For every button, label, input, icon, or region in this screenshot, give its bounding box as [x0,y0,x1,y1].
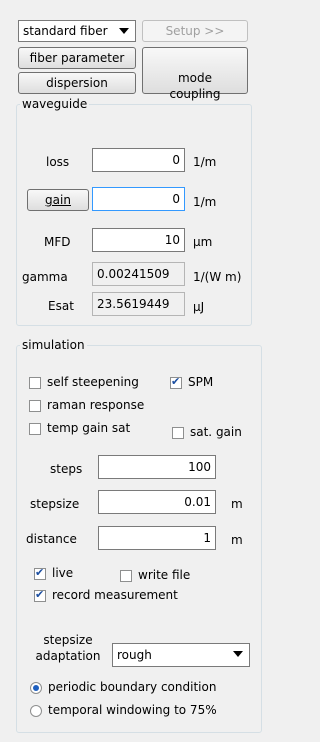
distance-label: distance [26,532,77,546]
setup-button[interactable]: Setup >> [142,20,248,42]
gamma-output: 0.00241509 [92,262,185,286]
self-steepening-checkbox[interactable] [29,377,41,389]
record-measurement-checkbox[interactable] [34,588,46,602]
spm-label: SPM [188,375,214,389]
live-checkbox[interactable] [34,566,46,580]
live-label: live [52,566,74,580]
loss-unit: 1/m [193,155,217,169]
esat-output: 23.5619449 [92,292,185,316]
fiber-type-select[interactable]: standard fiber [18,20,136,42]
chevron-down-icon [233,651,243,657]
waveguide-title: waveguide [20,97,90,111]
esat-unit: µJ [193,300,205,314]
stepsize-adaptation-value: rough [117,648,152,662]
raman-response-checkbox[interactable] [29,400,41,412]
write-file-label: write file [138,568,191,582]
loss-input[interactable]: 0 [92,148,185,172]
simulation-title: simulation [20,338,87,352]
raman-response-label: raman response [47,398,145,412]
fiber-parameter-button[interactable]: fiber parameter [18,47,136,69]
gamma-unit: 1/(W m) [193,270,242,284]
temp-gain-sat-label: temp gain sat [47,421,131,435]
mfd-input[interactable]: 10 [92,228,185,252]
gain-input[interactable]: 0 [92,187,185,211]
esat-label: Esat [48,299,74,313]
write-file-checkbox[interactable] [120,570,132,582]
steps-label: steps [50,462,83,476]
temporal-windowing-radio[interactable] [30,705,42,717]
sat-gain-label: sat. gain [190,425,242,439]
loss-label: loss [46,155,70,169]
temp-gain-sat-checkbox[interactable] [29,423,41,435]
periodic-boundary-label: periodic boundary condition [48,680,217,694]
sat-gain-checkbox[interactable] [172,427,184,439]
stepsize-input[interactable]: 0.01 [98,490,216,514]
steps-input[interactable]: 100 [98,455,216,479]
temporal-windowing-label: temporal windowing to 75% [48,703,217,717]
stepsize-adaptation-select[interactable]: rough [112,643,250,667]
self-steepening-label: self steepening [47,375,139,389]
distance-unit: m [231,533,243,547]
mode-coupling-button[interactable]: mode coupling [142,47,248,101]
gamma-label: gamma [22,270,68,284]
fiber-type-value: standard fiber [23,24,108,38]
dispersion-button[interactable]: dispersion [18,72,136,94]
distance-input[interactable]: 1 [98,526,216,550]
mfd-unit: µm [193,235,213,249]
record-measurement-label: record measurement [52,588,178,602]
gain-unit: 1/m [193,195,217,209]
stepsize-unit: m [231,497,243,511]
stepsize-label: stepsize [30,497,80,511]
stepsize-adaptation-label: stepsize adaptation [35,633,101,663]
periodic-boundary-radio[interactable] [30,682,42,694]
mfd-label: MFD [44,235,71,249]
spm-checkbox[interactable] [170,375,182,389]
chevron-down-icon [119,28,129,34]
gain-button[interactable]: gain [27,189,89,211]
